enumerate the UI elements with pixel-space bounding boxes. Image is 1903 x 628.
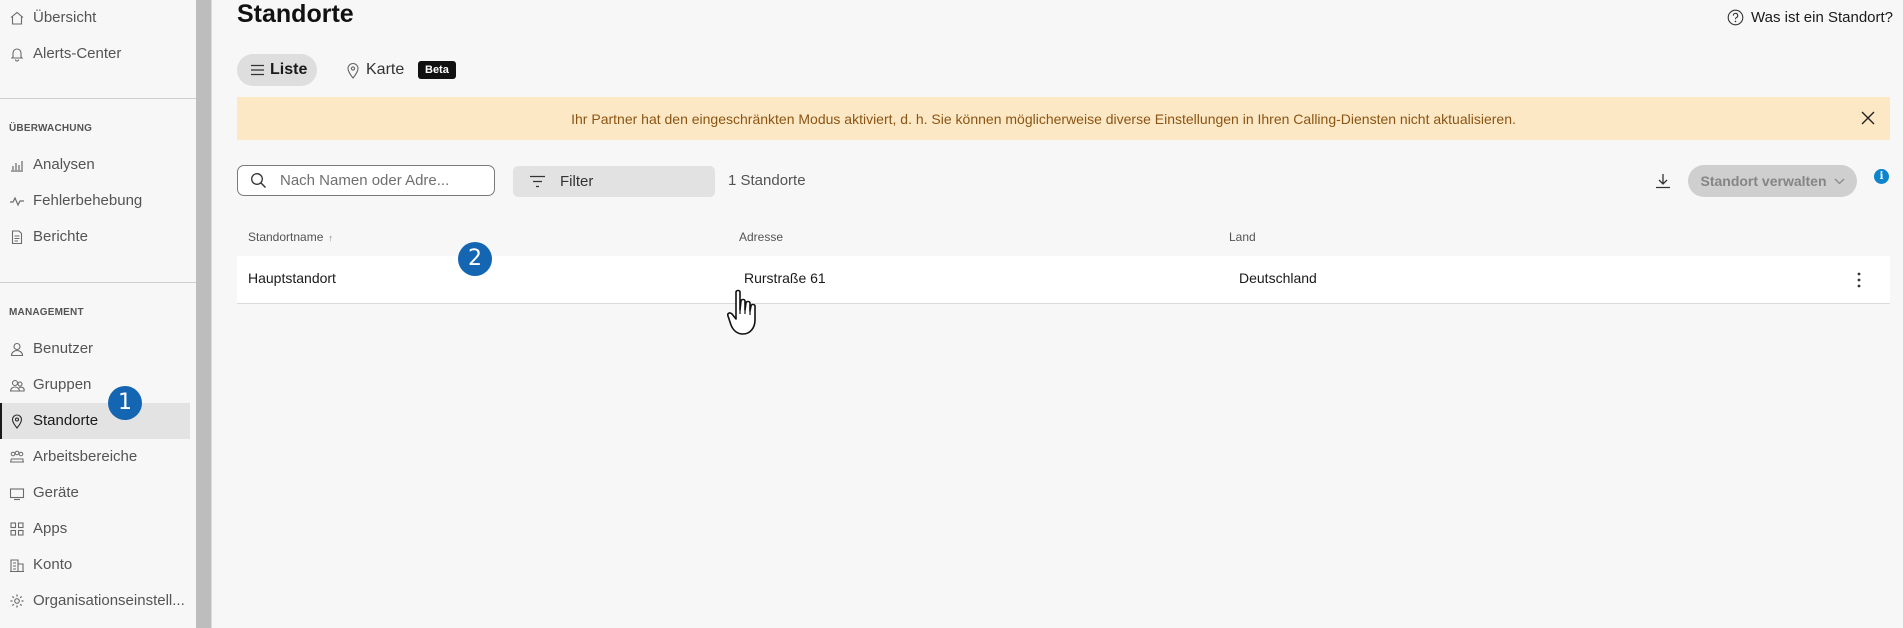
sidebar-item-label: Arbeitsbereiche — [33, 448, 138, 465]
device-icon — [9, 488, 25, 501]
sidebar-item-workspaces[interactable]: Arbeitsbereiche — [0, 439, 190, 475]
restricted-mode-alert: Ihr Partner hat den eingeschränkten Modu… — [237, 97, 1890, 140]
tab-list-label: Liste — [270, 61, 308, 78]
filter-label: Filter — [560, 173, 594, 190]
sidebar-item-label: Geräte — [33, 484, 79, 501]
user-icon — [10, 342, 24, 357]
sidebar-item-analytics[interactable]: Analysen — [0, 147, 190, 183]
sidebar-item-label: Gruppen — [33, 376, 92, 393]
sidebar-item-apps[interactable]: Apps — [0, 511, 190, 547]
close-icon[interactable] — [1858, 108, 1878, 128]
bell-icon — [10, 48, 24, 62]
beta-badge: Beta — [418, 61, 456, 79]
search-field[interactable] — [237, 165, 495, 196]
tab-map-label: Karte — [366, 61, 405, 78]
tab-list-view[interactable]: Liste — [237, 54, 317, 86]
sidebar-item-troubleshooting[interactable]: Fehlerbehebung — [0, 183, 190, 219]
hand-pointer-icon — [727, 289, 756, 335]
location-pin-icon — [347, 62, 359, 79]
sidebar-item-label: Apps — [33, 520, 68, 537]
cell-location-name: Hauptstandort — [248, 270, 336, 286]
info-icon[interactable]: i — [1874, 169, 1889, 184]
column-header-country[interactable]: Land — [1229, 230, 1256, 244]
sidebar-item-label: Benutzer — [33, 340, 94, 357]
page-title: Standorte — [237, 0, 354, 28]
list-icon — [251, 64, 264, 76]
sidebar-section-monitoring: ÜBERWACHUNG — [9, 123, 93, 134]
workspace-icon — [10, 450, 24, 463]
report-icon — [11, 230, 23, 245]
download-icon[interactable] — [1654, 172, 1672, 190]
sidebar-item-overview[interactable]: Übersicht — [0, 0, 190, 36]
sidebar-item-locations[interactable]: Standorte — [0, 403, 190, 439]
search-icon — [251, 173, 266, 188]
column-header-name[interactable]: Standortname ↑ — [248, 230, 333, 244]
group-icon — [9, 379, 25, 392]
sidebar-item-reports[interactable]: Berichte — [0, 219, 190, 255]
manage-location-button[interactable]: Standort verwalten — [1688, 165, 1857, 197]
location-pin-icon — [11, 414, 23, 429]
sidebar-scrollbar[interactable] — [196, 0, 211, 628]
sidebar: Übersicht Alerts-Center ÜBERWACHUNG Anal… — [0, 0, 196, 628]
question-circle-icon — [1727, 9, 1744, 25]
result-count: 1 Standorte — [728, 172, 806, 189]
filter-icon — [530, 175, 545, 188]
sidebar-item-label: Analysen — [33, 156, 95, 173]
sidebar-item-label: Alerts-Center — [33, 45, 122, 62]
sort-ascending-icon: ↑ — [328, 233, 333, 243]
column-header-label: Standortname — [248, 230, 324, 244]
cell-address: Rurstraße 61 — [744, 270, 826, 286]
manage-location-label: Standort verwalten — [1700, 173, 1827, 189]
sidebar-border — [211, 0, 212, 628]
tab-map-view[interactable]: Karte — [346, 54, 404, 86]
sidebar-item-account[interactable]: Konto — [0, 547, 190, 583]
sidebar-item-label: Konto — [33, 556, 73, 573]
help-link-label: Was ist ein Standort? — [1751, 8, 1894, 26]
sidebar-divider — [0, 282, 196, 283]
sidebar-item-devices[interactable]: Geräte — [0, 475, 190, 511]
sidebar-item-label: Standorte — [33, 412, 99, 429]
chevron-down-icon — [1834, 178, 1844, 184]
sidebar-item-alerts-center[interactable]: Alerts-Center — [0, 36, 190, 72]
building-icon — [10, 559, 24, 573]
sidebar-item-org-settings[interactable]: Organisationseinstell... — [0, 583, 190, 619]
sidebar-item-label: Übersicht — [33, 9, 97, 26]
gear-icon — [10, 594, 24, 608]
sidebar-item-label: Berichte — [33, 228, 89, 245]
search-input[interactable] — [278, 171, 482, 190]
filter-button[interactable]: Filter — [513, 166, 715, 197]
cell-country: Deutschland — [1239, 270, 1317, 286]
column-header-address[interactable]: Adresse — [739, 230, 783, 244]
sidebar-item-users[interactable]: Benutzer — [0, 331, 190, 367]
step-marker-2: 2 — [458, 242, 492, 276]
apps-grid-icon — [10, 522, 24, 536]
analytics-icon — [11, 161, 23, 172]
sidebar-item-label: Fehlerbehebung — [33, 192, 143, 209]
pulse-icon — [10, 196, 24, 207]
help-link[interactable]: Was ist ein Standort? — [1727, 7, 1893, 27]
alert-message: Ihr Partner hat den eingeschränkten Modu… — [571, 110, 1516, 127]
more-options-icon[interactable] — [1856, 270, 1862, 290]
sidebar-section-management: MANAGEMENT — [9, 307, 84, 318]
step-marker-1: 1 — [108, 386, 142, 420]
sidebar-item-label: Organisationseinstell... — [33, 592, 185, 609]
sidebar-divider — [0, 98, 196, 99]
home-icon — [10, 11, 24, 25]
sidebar-item-groups[interactable]: Gruppen — [0, 367, 190, 403]
